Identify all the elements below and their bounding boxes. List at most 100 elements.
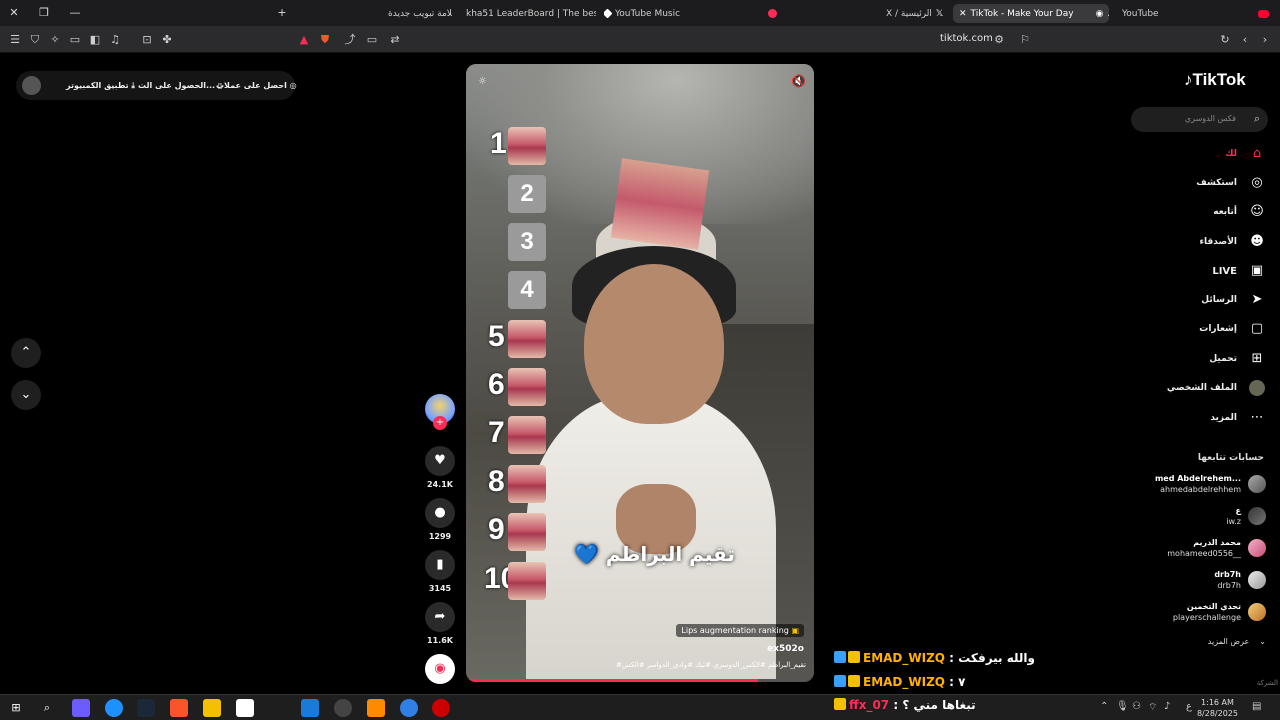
share-icon[interactable]: ⤴ bbox=[343, 33, 357, 47]
new-tab-button[interactable]: + bbox=[274, 5, 290, 21]
outlook-icon[interactable] bbox=[301, 699, 319, 717]
speaker-icon[interactable]: ♪ bbox=[1164, 701, 1170, 712]
screenshot-icon[interactable]: ⊡ bbox=[140, 33, 154, 47]
tab-music-dot[interactable] bbox=[768, 4, 778, 23]
system-clock[interactable]: 1:16 AM 8/28/2025 bbox=[1197, 697, 1238, 719]
music-icon[interactable]: ♫ bbox=[108, 33, 122, 47]
brave-shields-icon[interactable]: ⛊ bbox=[318, 33, 332, 47]
steam-icon[interactable] bbox=[137, 699, 155, 717]
save-button[interactable]: ▮ 3145 bbox=[420, 550, 460, 593]
audio-playing-icon[interactable]: ◉ bbox=[1096, 9, 1104, 19]
sidebar-item-messages[interactable]: الرسائل ➤ bbox=[1201, 290, 1265, 310]
vlc-icon[interactable] bbox=[367, 699, 385, 717]
language-indicator[interactable]: ع bbox=[1186, 701, 1192, 712]
store-icon[interactable] bbox=[236, 699, 254, 717]
brave-rewards-icon[interactable]: ▲ bbox=[297, 33, 311, 47]
followed-account-5[interactable]: تحدي التخمين playerschallenge bbox=[1173, 598, 1266, 626]
volume-icon[interactable]: 🔇 bbox=[791, 74, 806, 88]
sidebar-item-following[interactable]: أتابعه ☺ bbox=[1213, 202, 1265, 222]
sidebar-item-more[interactable]: المزيد ⋯ bbox=[1210, 408, 1265, 428]
sidebar-item-for-you[interactable]: لك ⌂ bbox=[1225, 144, 1265, 164]
desktop-app-button[interactable]: تطبيق الكمبيوتر ⤓ bbox=[66, 81, 135, 91]
forward-icon[interactable]: › bbox=[1258, 33, 1272, 47]
file-explorer-icon[interactable] bbox=[203, 699, 221, 717]
badge-icon bbox=[834, 675, 846, 687]
obs-icon[interactable] bbox=[432, 699, 450, 717]
creator-avatar-button[interactable]: + bbox=[420, 394, 460, 430]
footer-link[interactable]: الشركة bbox=[1257, 679, 1278, 687]
sidebar-item-notifications[interactable]: إشعارات ▢ bbox=[1199, 319, 1265, 339]
menu-icon[interactable]: ☰ bbox=[8, 33, 22, 47]
sidebar-item-explore[interactable]: استكشف ◎ bbox=[1196, 173, 1265, 193]
restore-window-icon[interactable]: ❐ bbox=[36, 5, 52, 21]
site-settings-icon[interactable]: ⚙ bbox=[992, 33, 1006, 47]
sound-disc-button[interactable]: ◉ bbox=[420, 654, 460, 684]
video-progress-bar[interactable] bbox=[466, 679, 814, 682]
edge-icon[interactable] bbox=[105, 699, 123, 717]
search-icon[interactable]: ⌕ bbox=[38, 699, 56, 717]
tiktok-logo[interactable]: ♪TikTok bbox=[1184, 70, 1246, 90]
followed-account-1[interactable]: med Abdelrehem... ahmedabdelrehhem bbox=[1155, 470, 1266, 498]
avatar[interactable] bbox=[22, 76, 41, 95]
puzzle-icon[interactable]: ✤ bbox=[160, 33, 174, 47]
followed-account-3[interactable]: محمد الدريم mohameed0556__ bbox=[1167, 534, 1266, 562]
sidebar-item-live[interactable]: LIVE ▣ bbox=[1212, 261, 1265, 281]
search-icon[interactable]: ⌕ bbox=[1254, 112, 1260, 126]
like-button[interactable]: ♥ 24.1K bbox=[420, 446, 460, 489]
tab-youtube[interactable]: YouTube bbox=[1122, 4, 1182, 23]
wifi-icon[interactable]: ⌔ bbox=[1148, 701, 1157, 714]
followed-account-2[interactable]: ع iw.z bbox=[1226, 502, 1266, 530]
address-bar-url[interactable]: tiktok.com bbox=[940, 33, 993, 44]
app-icon[interactable] bbox=[334, 699, 352, 717]
effect-badge[interactable]: Lips augmentation ranking ▣ bbox=[676, 624, 804, 637]
tab-leaderboard[interactable]: kha51 LeaderBoard | The best ChatBot bbox=[466, 4, 596, 23]
sidebar-item-friends[interactable]: الأصدقاء ☻ bbox=[1199, 232, 1265, 252]
show-more-button[interactable]: عرض المزيد ⌄ bbox=[1208, 637, 1266, 646]
tab-youtube-favicon[interactable] bbox=[1258, 4, 1272, 23]
followed-account-4[interactable]: drb7h drb7h bbox=[1214, 566, 1266, 594]
compass-icon: ◎ bbox=[1251, 175, 1263, 190]
comment-button[interactable]: ● 1299 bbox=[420, 498, 460, 541]
bluetooth-app-icon[interactable] bbox=[400, 699, 418, 717]
sidebar-item-upload[interactable]: تحميل ⊞ bbox=[1209, 349, 1265, 369]
next-video-button[interactable]: ⌄ bbox=[11, 380, 41, 410]
close-window-icon[interactable]: ✕ bbox=[6, 5, 22, 21]
windows-start-icon[interactable]: ⊞ bbox=[7, 699, 25, 717]
crown-icon bbox=[848, 675, 860, 687]
tab-x-home[interactable]: X / الرئيسية 𝕏 bbox=[886, 4, 946, 23]
share-button[interactable]: ➦ 11.6K bbox=[420, 602, 460, 645]
search-box[interactable]: فكس الدوسري ⌕ bbox=[1131, 107, 1268, 132]
minimize-window-icon[interactable]: — bbox=[67, 5, 83, 21]
brave-icon[interactable] bbox=[170, 699, 188, 717]
video-author[interactable]: ex502o bbox=[767, 644, 804, 654]
tab-youtube-music[interactable]: YouTube Music bbox=[604, 4, 734, 23]
tab-new-tab[interactable]: علامة تبويب جديدة bbox=[388, 4, 452, 23]
tray-chevron-icon[interactable]: ⌃ bbox=[1100, 701, 1108, 712]
get-app-button[interactable]: الحصول على الت... ▯ bbox=[138, 81, 222, 90]
follow-plus-icon[interactable]: + bbox=[433, 416, 447, 430]
bookmark-icon[interactable]: ⚐ bbox=[1018, 33, 1032, 47]
avatar[interactable]: + bbox=[425, 394, 455, 430]
video-hashtags[interactable]: #تقيم_البراطم #الكس_الدوسري #تيك #وادي_ا… bbox=[616, 661, 806, 669]
sidebar-item-profile[interactable]: الملف الشخصي bbox=[1167, 378, 1265, 398]
network-app-icon[interactable]: ⚇ bbox=[1132, 701, 1141, 712]
video-player[interactable]: 🔇 ☼ 1 2 3 4 5 6 7 8 9 10 💙 تقيم البراطم bbox=[466, 64, 814, 682]
translate-icon[interactable]: ⇄ bbox=[388, 33, 402, 47]
sidebar-icon[interactable]: ◧ bbox=[88, 33, 102, 47]
close-tab-icon[interactable]: ✕ bbox=[959, 9, 967, 19]
microphone-icon[interactable]: 🎙 bbox=[1116, 701, 1129, 712]
search-input[interactable]: فكس الدوسري bbox=[1185, 114, 1236, 123]
copilot-icon[interactable] bbox=[72, 699, 90, 717]
rank-item-4: 4 bbox=[466, 269, 556, 311]
cast-icon[interactable]: ▭ bbox=[365, 33, 379, 47]
tab-tiktok[interactable]: ✕ TikTok - Make Your Day ◉ ♪ bbox=[953, 4, 1109, 23]
previous-video-button[interactable]: ⌃ bbox=[11, 338, 41, 368]
notification-center-icon[interactable]: ▤ bbox=[1252, 701, 1261, 712]
get-coins-button[interactable]: احصل على عملات ◎ bbox=[216, 81, 297, 90]
tabs-icon[interactable]: ▭ bbox=[68, 33, 82, 47]
sparkle-icon: ▣ bbox=[791, 626, 799, 635]
reload-icon[interactable]: ↻ bbox=[1218, 33, 1232, 47]
extensions-icon[interactable]: ✧ bbox=[48, 33, 62, 47]
back-icon[interactable]: ‹ bbox=[1238, 33, 1252, 47]
shield-icon[interactable]: ⛉ bbox=[28, 33, 42, 47]
